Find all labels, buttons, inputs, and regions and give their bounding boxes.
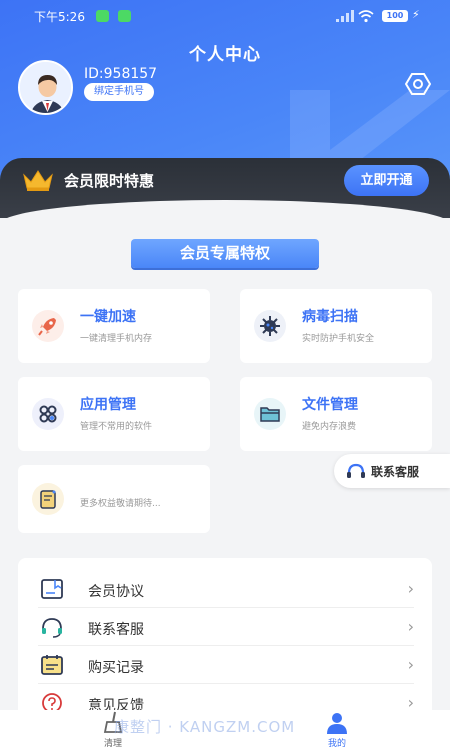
menu-item-label: 联系客服	[88, 622, 144, 638]
menu-item-label: 会员协议	[88, 584, 144, 600]
activate-vip-button[interactable]: 立即开通	[344, 165, 429, 196]
vip-title: 会员限时特惠	[64, 172, 155, 190]
menu-list: 会员协议 › 联系客服 › 购买记录 › 意见反馈 ›	[18, 558, 432, 718]
record-icon	[41, 655, 63, 675]
card-title: 应用管理	[80, 397, 136, 413]
battery-icon: 100	[382, 10, 408, 22]
notification-icon	[96, 10, 109, 22]
chevron-right-icon: ›	[407, 655, 414, 674]
crown-icon	[23, 170, 53, 191]
user-id: ID:958157	[84, 66, 158, 82]
chevron-right-icon: ›	[407, 579, 414, 598]
status-time: 下午5:26	[34, 10, 85, 24]
signal-icon	[336, 10, 354, 22]
card-more-benefits: 更多权益敬请期待...	[18, 465, 210, 533]
menu-item-agreement[interactable]: 会员协议 ›	[18, 570, 432, 608]
card-app-manager[interactable]: 应用管理 管理不常用的软件	[18, 377, 210, 451]
avatar-icon	[20, 62, 71, 113]
avatar[interactable]	[18, 60, 73, 115]
card-subtitle: 一键清理手机内存	[80, 334, 153, 344]
tab-label: 我的	[327, 739, 346, 749]
card-subtitle: 避免内存浪费	[302, 422, 357, 432]
card-subtitle: 实时防护手机安全	[302, 334, 375, 344]
charging-icon: ⚡	[412, 8, 420, 21]
page-title: 个人中心	[189, 45, 261, 65]
card-subtitle: 管理不常用的软件	[80, 422, 153, 432]
card-virus-scan[interactable]: 病毒扫描 实时防护手机安全	[240, 289, 432, 363]
menu-item-contact-service[interactable]: 联系客服 ›	[18, 608, 432, 646]
wifi-icon	[358, 10, 374, 23]
folder-icon	[254, 398, 286, 430]
watermark: 康整门 · KANGZM.COM	[114, 718, 296, 736]
note-icon	[32, 483, 64, 515]
contact-service-float-button[interactable]: 联系客服	[334, 454, 450, 488]
status-bar: 下午5:26 100 ⚡	[0, 8, 450, 26]
agreement-icon	[41, 579, 63, 599]
apps-icon	[32, 398, 64, 430]
headset-icon	[347, 463, 365, 478]
card-title: 文件管理	[302, 397, 358, 413]
contact-float-label: 联系客服	[371, 465, 420, 479]
rocket-icon	[32, 310, 64, 342]
menu-item-label: 购买记录	[88, 660, 144, 676]
bind-phone-button[interactable]: 绑定手机号	[84, 83, 154, 101]
chevron-right-icon: ›	[407, 617, 414, 636]
card-file-manager[interactable]: 文件管理 避免内存浪费	[240, 377, 432, 451]
card-speed-up[interactable]: 一键加速 一键清理手机内存	[18, 289, 210, 363]
tab-mine[interactable]: 我的	[307, 710, 367, 750]
card-title: 病毒扫描	[302, 309, 358, 325]
privileges-title: 会员专属特权	[131, 239, 319, 268]
card-title: 一键加速	[80, 309, 136, 325]
headset-icon	[42, 618, 62, 638]
menu-item-purchase-record[interactable]: 购买记录 ›	[18, 646, 432, 684]
virus-icon	[254, 310, 286, 342]
notification-icon	[118, 10, 131, 22]
settings-icon[interactable]	[405, 72, 431, 96]
tab-label: 清理	[103, 739, 122, 749]
user-icon	[327, 713, 347, 734]
more-benefits-text: 更多权益敬请期待...	[80, 499, 161, 509]
